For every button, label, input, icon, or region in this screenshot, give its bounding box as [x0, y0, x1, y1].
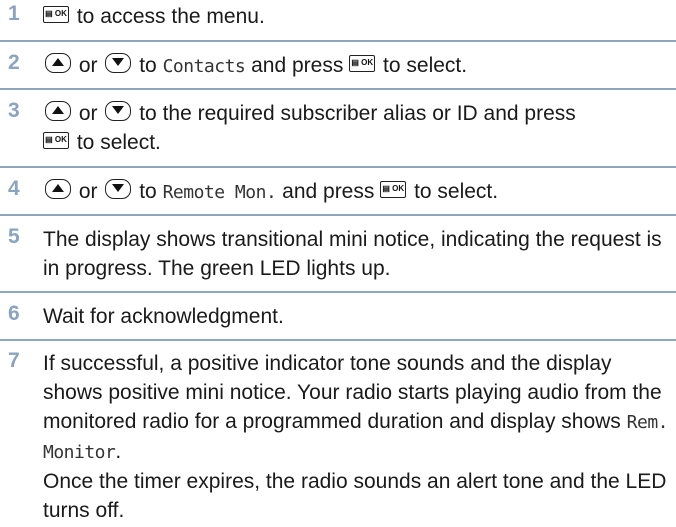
or-label: or	[78, 54, 98, 77]
menu-ok-key-icon: ▤ OK	[43, 5, 69, 23]
step-text: or to Remote Mon. and press ▤ OK to sele…	[43, 177, 668, 207]
step-7-text-b: Once the timer expires, the radio sounds…	[43, 470, 667, 522]
step-number: 4	[8, 177, 20, 200]
step-2: 2 or to Contacts and press ▤ OK to selec…	[0, 42, 676, 90]
menu-ok-key-icon: ▤ OK	[349, 54, 376, 72]
step-number: 1	[8, 2, 20, 25]
step-6-text: Wait for acknowledgment.	[43, 305, 284, 328]
press-label: and press	[282, 180, 375, 203]
down-arrow-key-icon	[105, 179, 132, 200]
step-number: 7	[8, 349, 20, 372]
to-label: to	[139, 54, 157, 77]
up-arrow-key-icon	[45, 53, 71, 74]
or-label: or	[78, 180, 98, 203]
step-number: 5	[8, 225, 20, 248]
menu-item-name: Contacts	[162, 56, 246, 77]
step-number: 6	[8, 302, 20, 325]
step-number: 3	[8, 99, 20, 122]
select-label: to select.	[414, 180, 499, 203]
step-1: 1 ▤ OK to access the menu.	[0, 0, 676, 42]
menu-ok-key-icon: ▤ OK	[43, 131, 69, 149]
step-7: 7 If successful, a positive indicator to…	[0, 341, 676, 525]
step-6: 6 Wait for acknowledgment.	[0, 293, 676, 341]
up-arrow-key-icon	[45, 101, 71, 122]
step-5: 5 The display shows transitional mini no…	[0, 216, 676, 293]
press-label: and press	[251, 54, 344, 77]
up-arrow-key-icon	[45, 179, 71, 200]
menu-ok-key-icon: ▤ OK	[380, 180, 407, 198]
step-text: ▤ OK to access the menu.	[43, 2, 668, 31]
step-text: If successful, a positive indicator tone…	[43, 352, 669, 522]
menu-item-name: Remote Mon.	[162, 182, 277, 203]
down-arrow-key-icon	[105, 101, 132, 122]
step-text: or to Contacts and press ▤ OK to select.	[43, 51, 668, 81]
step-4: 4 or to Remote Mon. and press ▤ OK to se…	[0, 168, 676, 216]
down-arrow-key-icon	[105, 53, 132, 74]
select-label: to select.	[383, 54, 468, 77]
step-3-text: to the required subscriber alias or ID a…	[139, 102, 576, 125]
step-5-text: The display shows transitional mini noti…	[43, 228, 662, 280]
to-label: to	[139, 180, 157, 203]
or-label: or	[78, 102, 98, 125]
step-text: or to the required subscriber alias or I…	[43, 99, 668, 157]
step-1-text: to access the menu.	[76, 5, 265, 28]
step-number: 2	[8, 51, 20, 74]
select-label: to select.	[76, 131, 161, 154]
procedure-steps: 1 ▤ OK to access the menu. 2 or to Conta…	[0, 0, 676, 525]
step-7-text-a: If successful, a positive indicator tone…	[43, 352, 662, 433]
step-3: 3 or to the required subscriber alias or…	[0, 90, 676, 168]
